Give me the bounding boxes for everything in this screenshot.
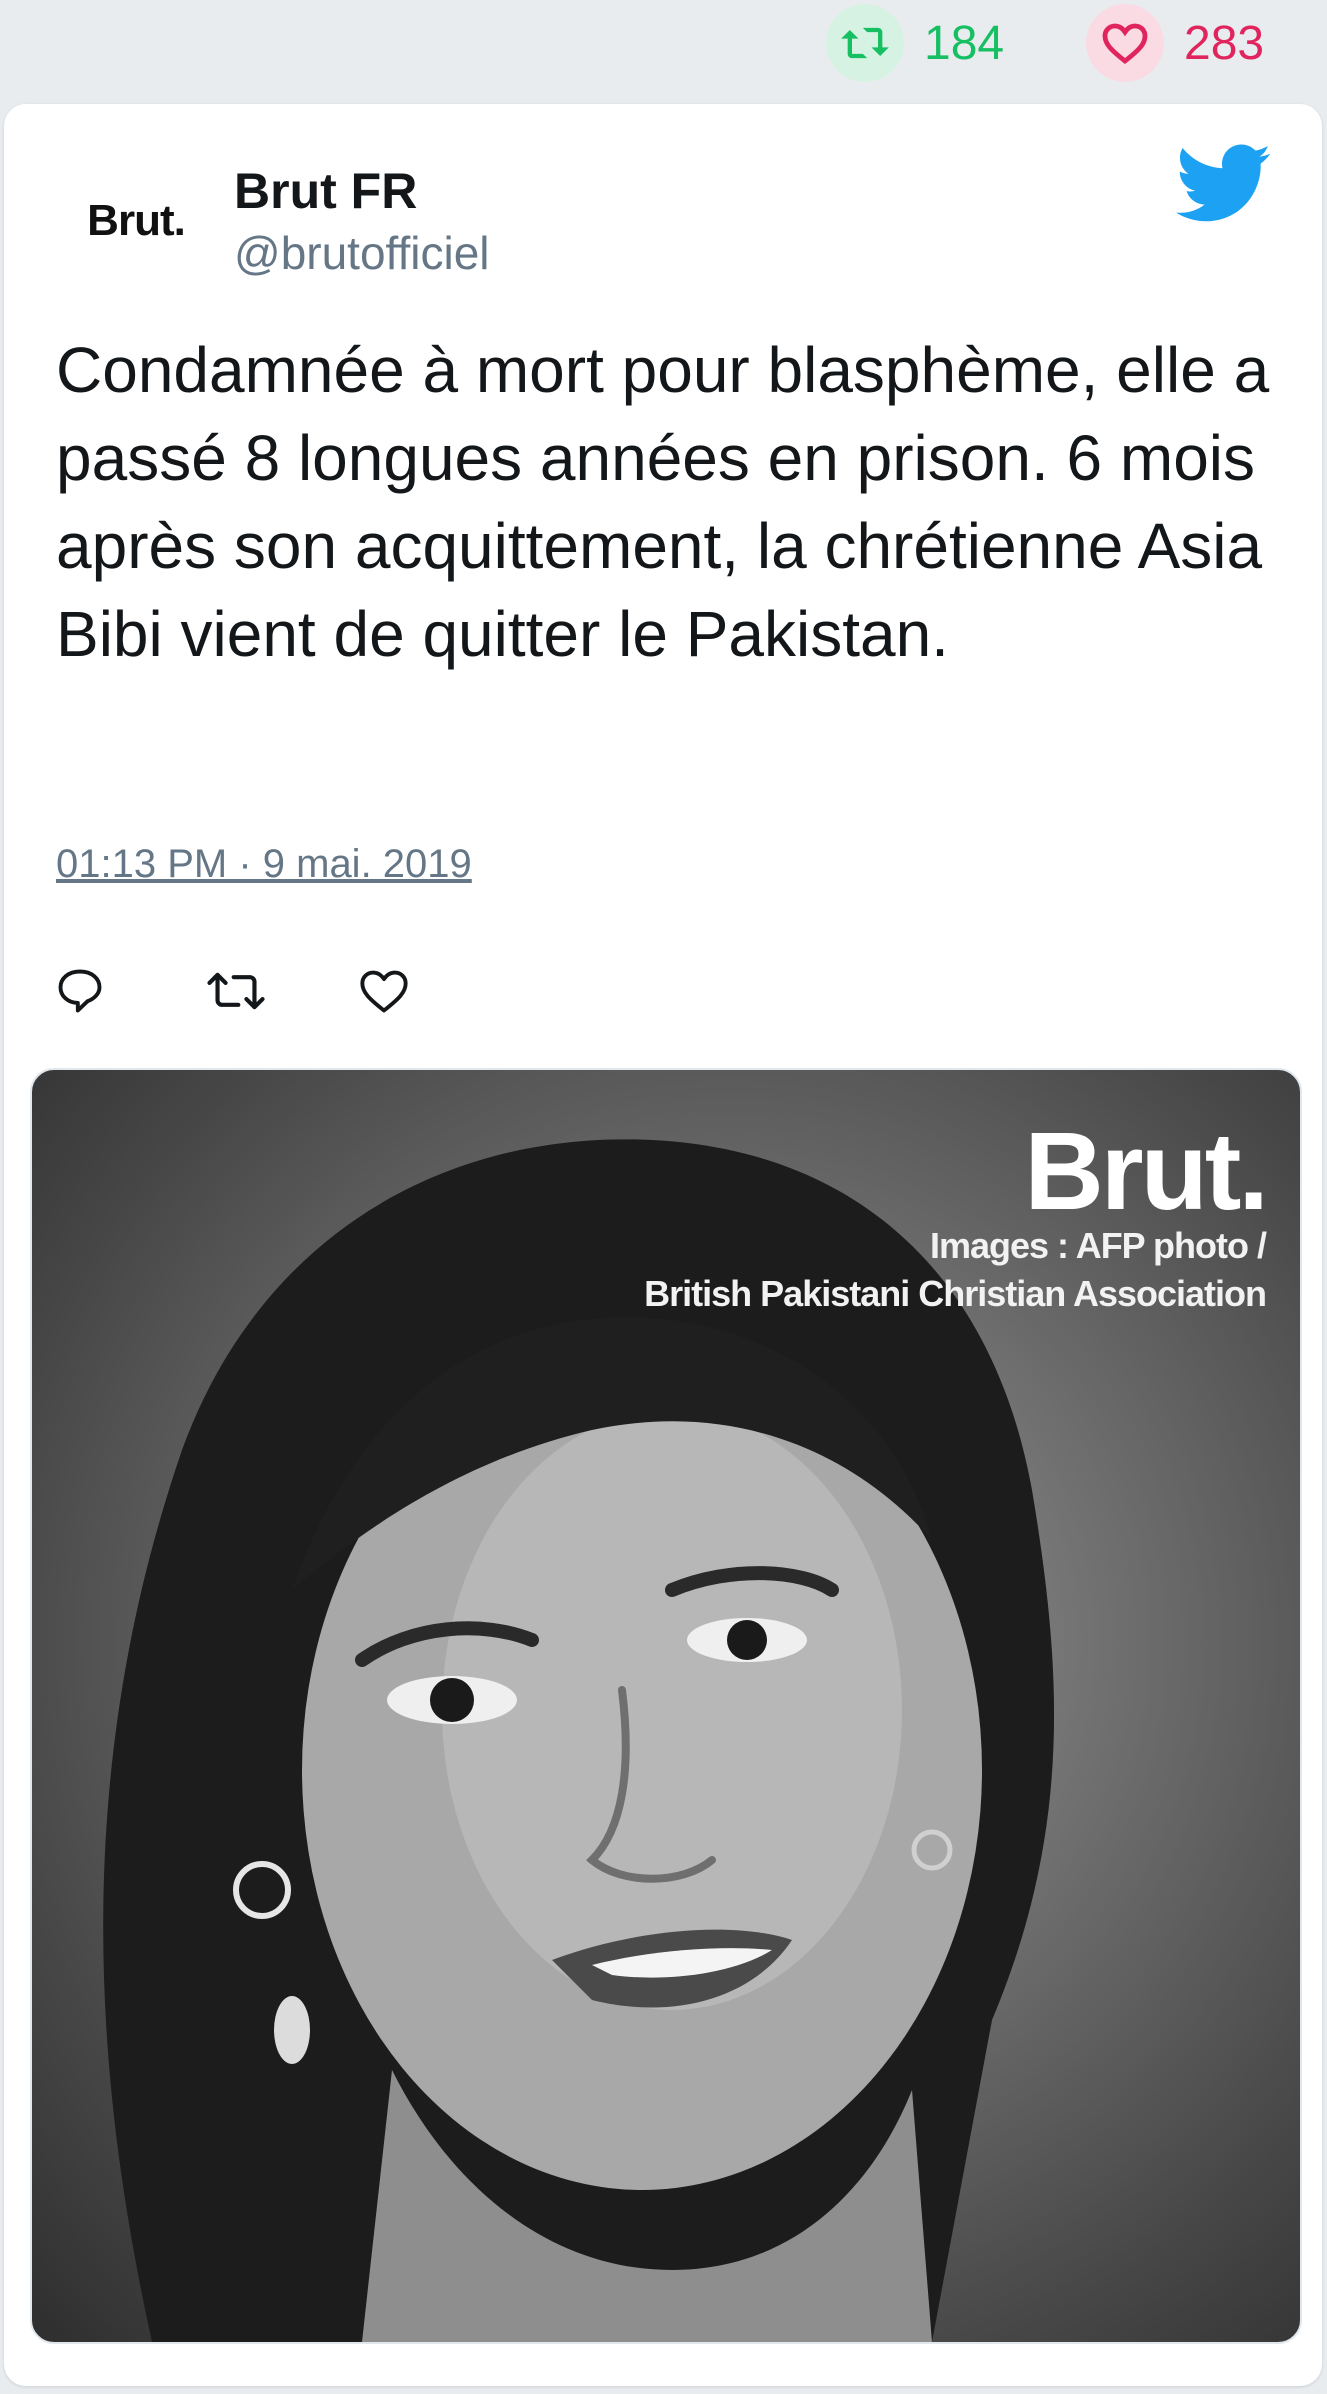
avatar-logo-text: Brut.	[87, 196, 186, 245]
retweet-stat[interactable]: 184	[826, 4, 1004, 82]
tweet-actions	[54, 948, 510, 1038]
media-credit: Images : AFP photo / British Pakistani C…	[644, 1222, 1267, 1318]
reply-button[interactable]	[54, 948, 164, 1038]
tweet-card[interactable]: Brut. Brut FR @brutofficiel Condamnée à …	[4, 104, 1322, 2386]
retweet-button[interactable]	[206, 948, 316, 1038]
retweet-count: 184	[924, 16, 1005, 70]
twitter-bird-icon[interactable]	[1176, 144, 1272, 224]
like-stat[interactable]: 283	[1086, 4, 1264, 82]
avatar[interactable]: Brut.	[56, 156, 216, 286]
tweet-text: Condamnée à mort pour blasphème, elle a …	[56, 334, 1270, 670]
reply-icon	[54, 965, 106, 1022]
heart-icon[interactable]	[1086, 4, 1164, 82]
heart-icon	[358, 966, 410, 1021]
like-button[interactable]	[358, 948, 468, 1038]
media-credit-line-1: Images : AFP photo /	[929, 1225, 1267, 1266]
retweet-icon[interactable]	[826, 4, 904, 82]
tweet-timestamp-link[interactable]: 01:13 PM · 9 mai. 2019	[56, 842, 472, 887]
user-handle[interactable]: @brutofficiel	[234, 226, 490, 280]
engagement-stats-bar: 184 283	[0, 0, 1327, 90]
media-credit-line-2: British Pakistani Christian Association	[644, 1273, 1267, 1314]
like-count: 283	[1184, 16, 1265, 70]
tweet-media-image[interactable]: Brut. Images : AFP photo / British Pakis…	[30, 1068, 1302, 2344]
media-brand-watermark: Brut.	[1024, 1110, 1269, 1233]
display-name[interactable]: Brut FR	[234, 162, 417, 220]
retweet-icon	[206, 965, 266, 1022]
